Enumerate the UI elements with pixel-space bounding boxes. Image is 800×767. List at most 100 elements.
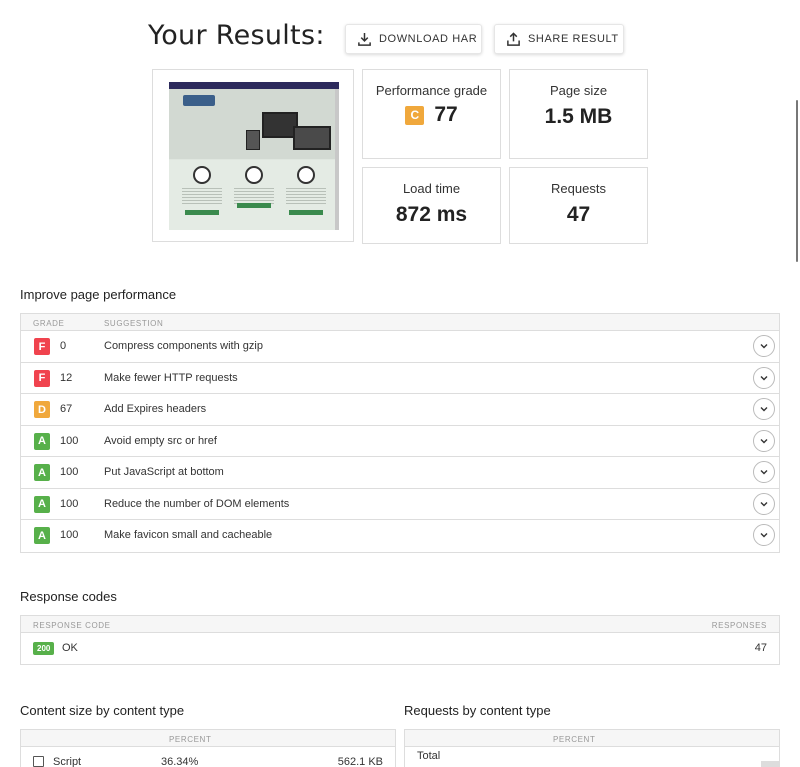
expand-button[interactable] bbox=[753, 429, 775, 452]
chevron-down-icon bbox=[760, 501, 768, 506]
suggestion-row[interactable]: A 100 Make favicon small and cacheable bbox=[21, 520, 779, 552]
suggestion-row[interactable]: D 67 Add Expires headers bbox=[21, 394, 779, 426]
grade-score: 100 bbox=[60, 497, 79, 510]
results-title: Your Results: bbox=[148, 20, 325, 51]
requests-by-type-title: Requests by content type bbox=[404, 703, 551, 718]
load-time-value: 872 ms bbox=[395, 203, 468, 226]
content-size-header: PERCENT bbox=[21, 730, 395, 747]
expand-button[interactable] bbox=[753, 461, 775, 483]
table-row: 200 OK 47 bbox=[21, 633, 779, 664]
suggestion-text: Compress components with gzip bbox=[104, 340, 263, 352]
thumbnail-wrench-icon bbox=[245, 166, 263, 184]
page-size-card: Page size 1.5 MB bbox=[509, 69, 648, 159]
percent-column-header: PERCENT bbox=[553, 735, 596, 744]
requests-by-type-header: PERCENT bbox=[405, 730, 779, 747]
share-result-button[interactable]: SHARE RESULT bbox=[494, 24, 624, 54]
suggestion-row[interactable]: F 0 Compress components with gzip bbox=[21, 331, 779, 363]
page-screenshot-thumbnail bbox=[169, 82, 339, 230]
requests-by-type-table: PERCENT Total bbox=[404, 729, 780, 767]
content-size-title: Content size by content type bbox=[20, 703, 185, 718]
suggestion-row[interactable]: F 12 Make fewer HTTP requests bbox=[21, 363, 779, 394]
thumbnail-text bbox=[286, 188, 326, 204]
expand-button[interactable] bbox=[753, 335, 775, 357]
chevron-down-icon bbox=[760, 407, 768, 412]
grade-badge: F bbox=[34, 369, 50, 387]
chevron-down-icon bbox=[760, 344, 768, 349]
total-bar bbox=[761, 761, 779, 767]
script-file-icon bbox=[33, 756, 44, 767]
grade-score: 100 bbox=[60, 434, 79, 447]
status-code-count: 47 bbox=[754, 642, 767, 654]
grade-badge: A bbox=[34, 495, 50, 513]
expand-button[interactable] bbox=[753, 524, 775, 546]
suggestion-row[interactable]: A 100 Reduce the number of DOM elements bbox=[21, 489, 779, 520]
grade-score: 12 bbox=[60, 371, 73, 384]
requests-label: Requests bbox=[551, 181, 606, 196]
chevron-down-icon bbox=[760, 470, 768, 475]
expand-button[interactable] bbox=[753, 398, 775, 420]
improve-performance-title: Improve page performance bbox=[20, 287, 177, 302]
suggestion-text: Avoid empty src or href bbox=[104, 434, 217, 447]
load-time-card: Load time 872 ms bbox=[362, 167, 501, 244]
download-icon bbox=[358, 32, 371, 46]
thumbnail-button bbox=[237, 203, 271, 208]
requests-card: Requests 47 bbox=[509, 167, 648, 244]
grade-column-header: GRADE bbox=[33, 319, 65, 328]
suggestion-row[interactable]: A 100 Put JavaScript at bottom bbox=[21, 457, 779, 489]
suggestion-text: Make fewer HTTP requests bbox=[104, 371, 238, 384]
thumbnail-logo bbox=[183, 95, 215, 106]
grade-score: 0 bbox=[60, 340, 67, 352]
response-codes-header: RESPONSE CODE RESPONSES bbox=[21, 616, 779, 633]
thumbnail-support-icon bbox=[297, 166, 315, 184]
grade-score: 67 bbox=[60, 403, 73, 415]
content-type-size: 562.1 KB bbox=[337, 756, 383, 767]
grade-badge: A bbox=[34, 464, 50, 481]
chevron-down-icon bbox=[760, 533, 768, 538]
grade-badge: A bbox=[34, 527, 50, 544]
response-codes-table: RESPONSE CODE RESPONSES 200 OK 47 bbox=[20, 615, 780, 665]
grade-badge: D bbox=[34, 401, 50, 418]
responses-column-header: RESPONSES bbox=[711, 621, 767, 630]
share-result-label: SHARE RESULT bbox=[528, 33, 619, 45]
thumbnail-button bbox=[289, 210, 323, 215]
thumbnail-scrollbar bbox=[335, 89, 339, 230]
expand-button[interactable] bbox=[753, 492, 775, 515]
response-code-column-header: RESPONSE CODE bbox=[33, 621, 111, 630]
thumbnail-topbar bbox=[169, 82, 339, 89]
percent-column-header: PERCENT bbox=[169, 735, 212, 744]
suggestion-text: Reduce the number of DOM elements bbox=[104, 497, 290, 510]
performance-table-header: GRADE SUGGESTION bbox=[21, 314, 779, 331]
grade-badge: F bbox=[34, 338, 50, 355]
download-har-label: DOWNLOAD HAR bbox=[379, 33, 478, 45]
response-codes-title: Response codes bbox=[20, 589, 117, 604]
suggestion-column-header: SUGGESTION bbox=[104, 319, 164, 328]
thumbnail-text bbox=[182, 188, 222, 204]
total-label: Total bbox=[417, 750, 441, 762]
page-scrollbar[interactable] bbox=[796, 100, 798, 262]
performance-score: 77 bbox=[434, 103, 458, 126]
performance-grade-badge: C bbox=[405, 105, 425, 125]
performance-table: GRADE SUGGESTION F 0 Compress components w… bbox=[20, 313, 780, 553]
table-row: Total bbox=[405, 747, 779, 767]
expand-button[interactable] bbox=[753, 366, 775, 389]
suggestion-text: Add Expires headers bbox=[104, 403, 207, 415]
thumbnail-laptop bbox=[293, 126, 331, 150]
page-screenshot-card bbox=[152, 69, 354, 242]
status-code-badge: 200 bbox=[33, 642, 55, 655]
thumbnail-tablet bbox=[246, 130, 260, 150]
download-har-button[interactable]: DOWNLOAD HAR bbox=[345, 24, 482, 54]
content-type-name: Script bbox=[53, 756, 82, 767]
thumbnail-wordpress-icon bbox=[193, 166, 211, 184]
page-size-label: Page size bbox=[549, 83, 608, 98]
performance-grade-card: Performance grade C 77 bbox=[362, 69, 501, 159]
status-code-text: OK bbox=[62, 642, 78, 654]
performance-grade-label: Performance grade bbox=[375, 83, 488, 98]
thumbnail-text bbox=[234, 188, 274, 204]
suggestion-row[interactable]: A 100 Avoid empty src or href bbox=[21, 426, 779, 457]
requests-value: 47 bbox=[566, 203, 591, 226]
table-row: Script 36.34% 562.1 KB bbox=[21, 747, 395, 767]
grade-score: 100 bbox=[60, 529, 79, 541]
grade-score: 100 bbox=[60, 466, 79, 478]
suggestion-text: Put JavaScript at bottom bbox=[104, 466, 224, 478]
page-size-value: 1.5 MB bbox=[544, 105, 613, 128]
